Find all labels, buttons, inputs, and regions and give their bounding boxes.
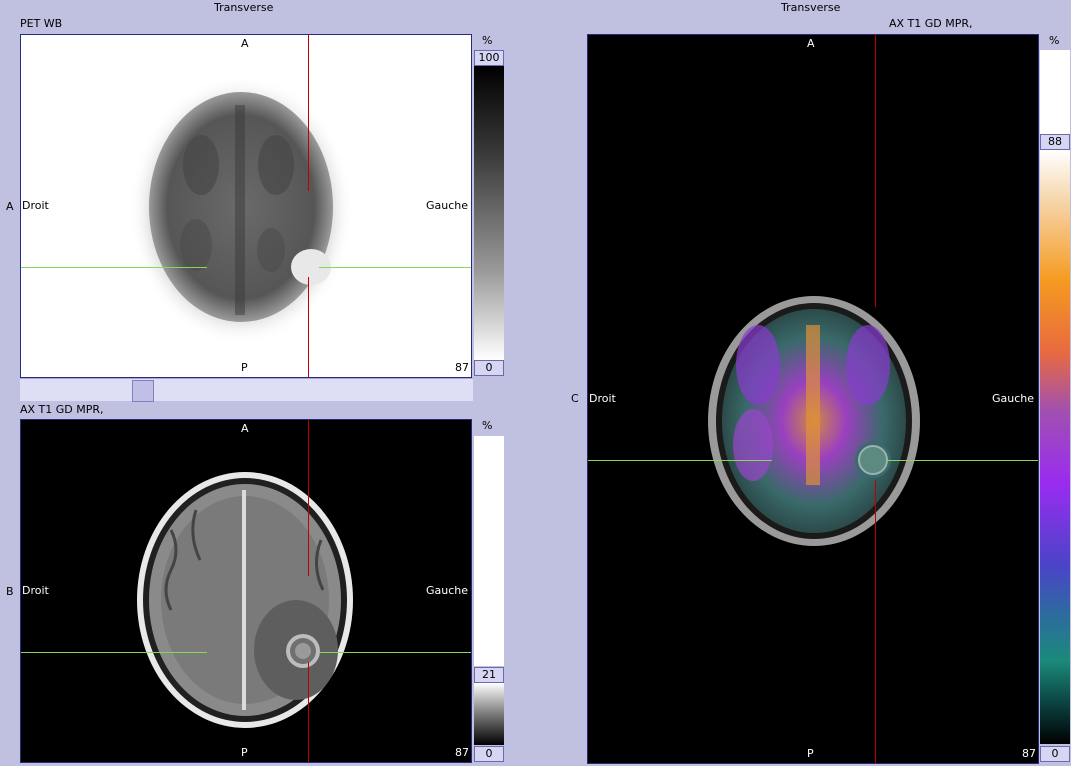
- fusion-viewport[interactable]: A P Droit Gauche 87: [587, 34, 1039, 764]
- fusion-scale-unit: %: [1049, 34, 1060, 47]
- mri-scale-white: [474, 436, 504, 666]
- fusion-brain-image: [708, 296, 920, 546]
- panel-c-series-label: AX T1 GD MPR,: [889, 17, 973, 30]
- panel-c-letter: C: [571, 392, 579, 405]
- fusion-orient-left: Gauche: [992, 392, 1035, 405]
- mri-orient-right: Droit: [22, 584, 49, 597]
- pet-viewport[interactable]: A P Droit Gauche 87: [20, 34, 472, 378]
- fusion-slider-thumb[interactable]: [132, 380, 154, 402]
- fusion-crosshair-h-left: [588, 460, 772, 461]
- pet-scale-unit: %: [482, 34, 493, 47]
- fusion-crosshair-v-top: [875, 35, 876, 307]
- fusion-crosshair-h-right: [886, 460, 1038, 461]
- fusion-slice-number: 87: [1022, 747, 1036, 760]
- fusion-scale-min[interactable]: 0: [1040, 746, 1070, 762]
- fusion-orient-posterior: P: [807, 747, 814, 760]
- mri-crosshair-v-top: [308, 420, 309, 576]
- pet-scale-max[interactable]: 100: [474, 50, 504, 66]
- mri-grayscale-bar[interactable]: [474, 683, 504, 745]
- left-view-title: Transverse: [214, 1, 274, 14]
- mri-viewport[interactable]: A P Droit Gauche 87: [20, 419, 472, 763]
- fusion-slider[interactable]: [20, 378, 473, 402]
- fusion-scale-max[interactable]: 88: [1040, 134, 1070, 150]
- pet-slice-number: 87: [455, 361, 469, 374]
- mri-slice-number: 87: [455, 746, 469, 759]
- pet-orient-right: Droit: [22, 199, 49, 212]
- panel-b-letter: B: [6, 585, 14, 598]
- pet-crosshair-h-left: [21, 267, 207, 268]
- mri-scale-unit: %: [482, 419, 493, 432]
- mri-brain-image: [137, 472, 353, 728]
- fusion-scale-white: [1040, 50, 1070, 134]
- fusion-orient-anterior: A: [807, 37, 815, 50]
- pet-scale-min[interactable]: 0: [474, 360, 504, 376]
- panel-b-series-label: AX T1 GD MPR,: [20, 403, 104, 416]
- mri-orient-left: Gauche: [426, 584, 469, 597]
- pet-orient-posterior: P: [241, 361, 248, 374]
- pet-brain-image: [129, 75, 353, 345]
- panel-a-series-label: PET WB: [20, 17, 63, 30]
- mri-orient-anterior: A: [241, 422, 249, 435]
- mri-orient-posterior: P: [241, 746, 248, 759]
- fusion-orient-right: Droit: [589, 392, 616, 405]
- mri-crosshair-v-bottom: [308, 662, 309, 762]
- mri-scale-max[interactable]: 21: [474, 667, 504, 683]
- fusion-crosshair-v-bottom: [875, 480, 876, 763]
- pet-crosshair-v-bottom: [308, 277, 309, 377]
- panel-a-letter: A: [6, 200, 14, 213]
- pet-orient-anterior: A: [241, 37, 249, 50]
- mri-crosshair-h-left: [21, 652, 207, 653]
- pet-crosshair-h-right: [319, 267, 471, 268]
- fusion-colormap-bar[interactable]: [1040, 150, 1070, 744]
- pet-crosshair-v-top: [308, 35, 309, 191]
- mri-scale-min[interactable]: 0: [474, 746, 504, 762]
- pet-orient-left: Gauche: [426, 199, 469, 212]
- pet-grayscale-bar[interactable]: [474, 66, 504, 360]
- mri-crosshair-h-right: [319, 652, 471, 653]
- right-view-title: Transverse: [781, 1, 841, 14]
